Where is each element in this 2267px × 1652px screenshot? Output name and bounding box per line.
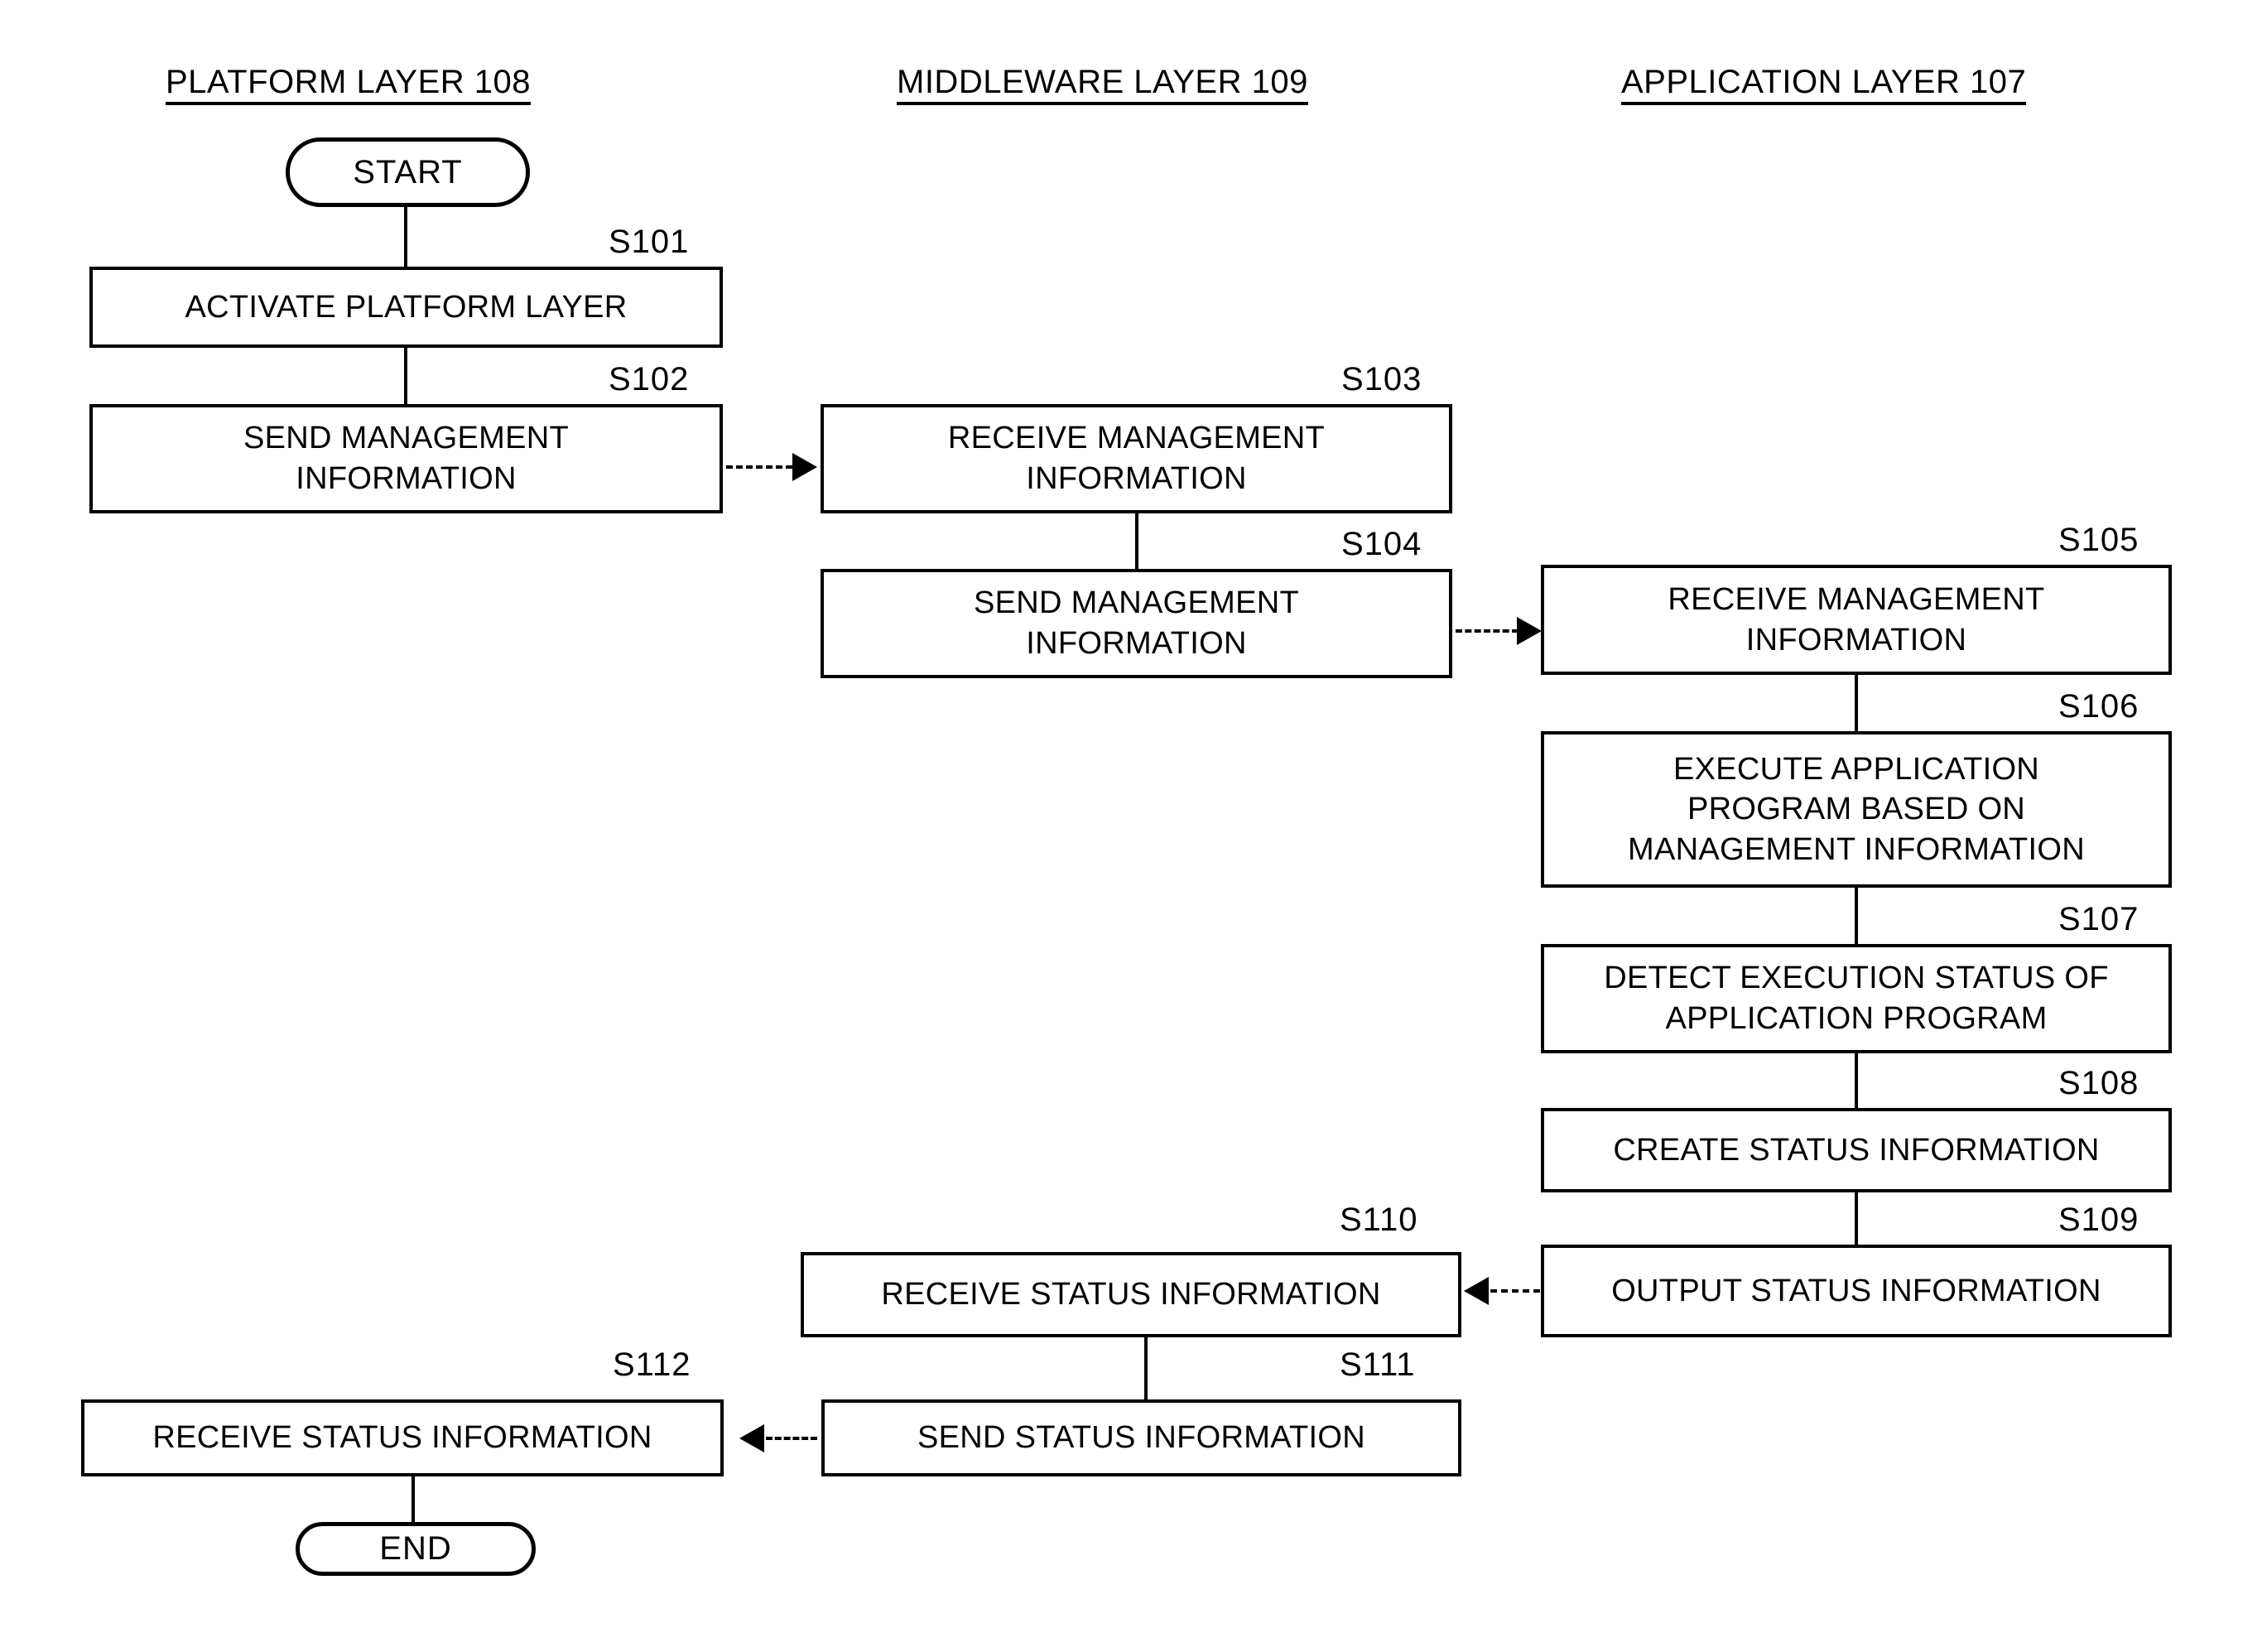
process-box-s105-line1: RECEIVE MANAGEMENT (1668, 581, 2045, 617)
process-box-s104: SEND MANAGEMENT INFORMATION (821, 569, 1452, 678)
connector-s106-to-s107 (1855, 888, 1858, 944)
step-label-s101: S101 (609, 224, 690, 260)
step-label-s111: S111 (1340, 1346, 1416, 1383)
connector-s105-to-s106 (1855, 675, 1858, 731)
process-box-s102-line1: SEND MANAGEMENT (243, 421, 569, 456)
start-terminator: START (286, 137, 530, 207)
connector-s110-to-s111 (1144, 1337, 1148, 1399)
process-box-s104-line1: SEND MANAGEMENT (974, 585, 1299, 621)
process-box-s111-text: SEND STATUS INFORMATION (917, 1420, 1365, 1456)
process-box-s107-line1: DETECT EXECUTION STATUS OF (1604, 961, 2109, 996)
process-box-s106-line2: PROGRAM BASED ON (1687, 792, 2026, 827)
process-box-s108-text: CREATE STATUS INFORMATION (1613, 1132, 2100, 1168)
process-box-s107: DETECT EXECUTION STATUS OF APPLICATION P… (1541, 944, 2172, 1053)
process-box-s110: RECEIVE STATUS INFORMATION (801, 1252, 1461, 1337)
step-label-s112: S112 (613, 1346, 691, 1383)
arrowhead-s109-to-s110 (1464, 1277, 1489, 1305)
connector-start-to-s101 (404, 207, 407, 268)
process-box-s103-line2: INFORMATION (1026, 461, 1247, 496)
end-terminator: END (296, 1522, 536, 1576)
process-box-s103-line1: RECEIVE MANAGEMENT (947, 421, 1326, 456)
arrowhead-s104-to-s105 (1517, 617, 1542, 645)
connector-s111-to-s112-line (766, 1437, 817, 1440)
process-box-s102-line2: INFORMATION (296, 461, 517, 496)
step-label-s107: S107 (2058, 901, 2139, 937)
connector-s109-to-s110-line (1490, 1289, 1540, 1293)
connector-s108-to-s109 (1855, 1192, 1858, 1245)
process-box-s105-line2: INFORMATION (1745, 622, 1967, 657)
connector-s107-to-s108 (1855, 1053, 1858, 1108)
column-header-middleware-layer: MIDDLEWARE LAYER 109 (897, 65, 1308, 105)
process-box-s101-text: ACTIVATE PLATFORM LAYER (185, 289, 628, 325)
connector-s101-to-s102 (404, 348, 407, 404)
process-box-s106-line3: MANAGEMENT INFORMATION (1628, 831, 2085, 867)
process-box-s102: SEND MANAGEMENT INFORMATION (89, 404, 723, 513)
connector-s102-to-s103-line (726, 465, 792, 469)
step-label-s110: S110 (1340, 1202, 1418, 1238)
process-box-s107-line2: APPLICATION PROGRAM (1665, 1001, 2048, 1036)
process-box-s110-text: RECEIVE STATUS INFORMATION (881, 1277, 1381, 1312)
process-box-s105: RECEIVE MANAGEMENT INFORMATION (1541, 565, 2172, 675)
flowchart-figure: PLATFORM LAYER 108 MIDDLEWARE LAYER 109 … (0, 0, 2267, 1652)
process-box-s104-line2: INFORMATION (1026, 626, 1247, 661)
process-box-s106-line1: EXECUTE APPLICATION (1673, 751, 2040, 787)
process-box-s103: RECEIVE MANAGEMENT INFORMATION (821, 404, 1452, 513)
connector-s112-to-end (412, 1476, 415, 1524)
connector-s103-to-s104 (1135, 513, 1138, 569)
step-label-s109: S109 (2058, 1202, 2139, 1238)
process-box-s111: SEND STATUS INFORMATION (821, 1399, 1461, 1476)
column-header-platform-layer: PLATFORM LAYER 108 (166, 65, 531, 105)
step-label-s108: S108 (2058, 1065, 2139, 1101)
step-label-s102: S102 (609, 361, 690, 397)
process-box-s108: CREATE STATUS INFORMATION (1541, 1108, 2172, 1192)
process-box-s112: RECEIVE STATUS INFORMATION (81, 1399, 724, 1476)
process-box-s112-text: RECEIVE STATUS INFORMATION (152, 1420, 652, 1456)
process-box-s106: EXECUTE APPLICATION PROGRAM BASED ON MAN… (1541, 731, 2172, 888)
process-box-s101: ACTIVATE PLATFORM LAYER (89, 267, 723, 348)
step-label-s103: S103 (1341, 361, 1422, 397)
arrowhead-s111-to-s112 (739, 1424, 764, 1452)
step-label-s106: S106 (2058, 688, 2139, 725)
step-label-s104: S104 (1341, 526, 1422, 562)
column-header-application-layer: APPLICATION LAYER 107 (1621, 65, 2027, 105)
step-label-s105: S105 (2058, 522, 2139, 558)
arrowhead-s102-to-s103 (792, 453, 817, 481)
connector-s104-to-s105-line (1456, 629, 1519, 633)
process-box-s109-text: OUTPUT STATUS INFORMATION (1611, 1273, 2101, 1308)
process-box-s109: OUTPUT STATUS INFORMATION (1541, 1245, 2172, 1337)
